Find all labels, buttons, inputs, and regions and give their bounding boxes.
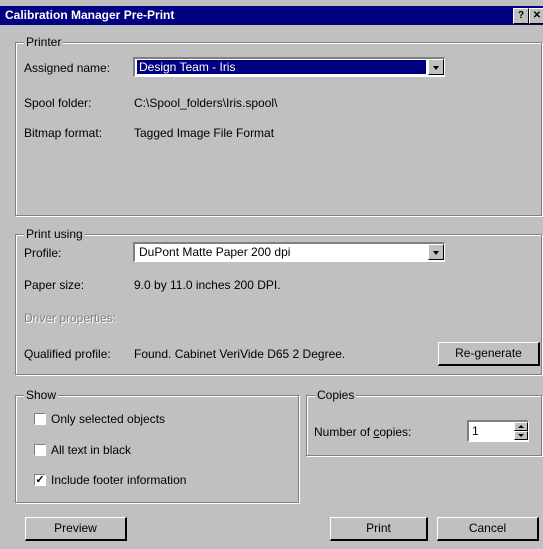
spin-down-icon[interactable] [514,431,528,440]
copies-spinner[interactable]: 1 [467,420,529,442]
regenerate-button[interactable]: Re-generate [438,342,540,366]
only-selected-checkbox[interactable] [34,413,46,425]
window-title: Calibration Manager Pre-Print [5,8,175,22]
all-text-black-label[interactable]: All text in black [51,443,131,457]
checkmark-icon: ✓ [35,474,45,486]
profile-value: DuPont Matte Paper 200 dpi [139,245,291,259]
number-of-copies-label: Number of copies: [314,425,411,439]
title-bar: Calibration Manager Pre-Print ? ✕ [0,6,543,25]
paper-size-value: 9.0 by 11.0 inches 200 DPI. [134,278,281,292]
qualified-profile-label: Qualified profile: [24,347,111,361]
pre-print-dialog: Calibration Manager Pre-Print ? ✕ Printe… [0,0,543,549]
driver-properties-link[interactable]: Driver properties: [24,311,116,325]
printer-legend: Printer [24,35,64,49]
chevron-down-icon[interactable] [428,244,444,260]
spool-folder-value: C:\Spool_folders\Iris.spool\ [134,96,278,110]
chevron-down-icon[interactable] [428,59,444,75]
spool-folder-label: Spool folder: [24,96,92,110]
close-button[interactable]: ✕ [529,8,543,24]
copies-value[interactable]: 1 [472,424,479,438]
spin-up-icon[interactable] [514,422,528,431]
preview-button[interactable]: Preview [25,517,127,541]
copies-label-suffix: opies: [379,425,412,439]
include-footer-label[interactable]: Include footer information [51,473,186,487]
print-using-legend: Print using [24,227,85,241]
all-text-black-checkbox[interactable] [34,444,46,456]
assigned-name-dropdown[interactable]: Design Team - Iris [133,57,445,77]
show-legend: Show [24,388,59,402]
cancel-button[interactable]: Cancel [437,517,539,541]
paper-size-label: Paper size: [24,278,85,292]
assigned-name-value: Design Team - Iris [137,60,426,74]
help-button[interactable]: ? [513,8,529,24]
profile-dropdown[interactable]: DuPont Matte Paper 200 dpi [133,242,445,262]
profile-label: Profile: [24,246,62,260]
copies-legend: Copies [315,388,357,402]
qualified-profile-value: Found. Cabinet VeriVide D65 2 Degree. [134,347,346,361]
bitmap-format-label: Bitmap format: [24,126,103,140]
print-button[interactable]: Print [330,517,428,541]
include-footer-checkbox[interactable]: ✓ [34,474,46,486]
assigned-name-label: Assigned name: [24,61,111,75]
bitmap-format-value: Tagged Image File Format [134,126,275,140]
copies-label-prefix: Number of [314,425,374,439]
only-selected-label[interactable]: Only selected objects [51,412,165,426]
